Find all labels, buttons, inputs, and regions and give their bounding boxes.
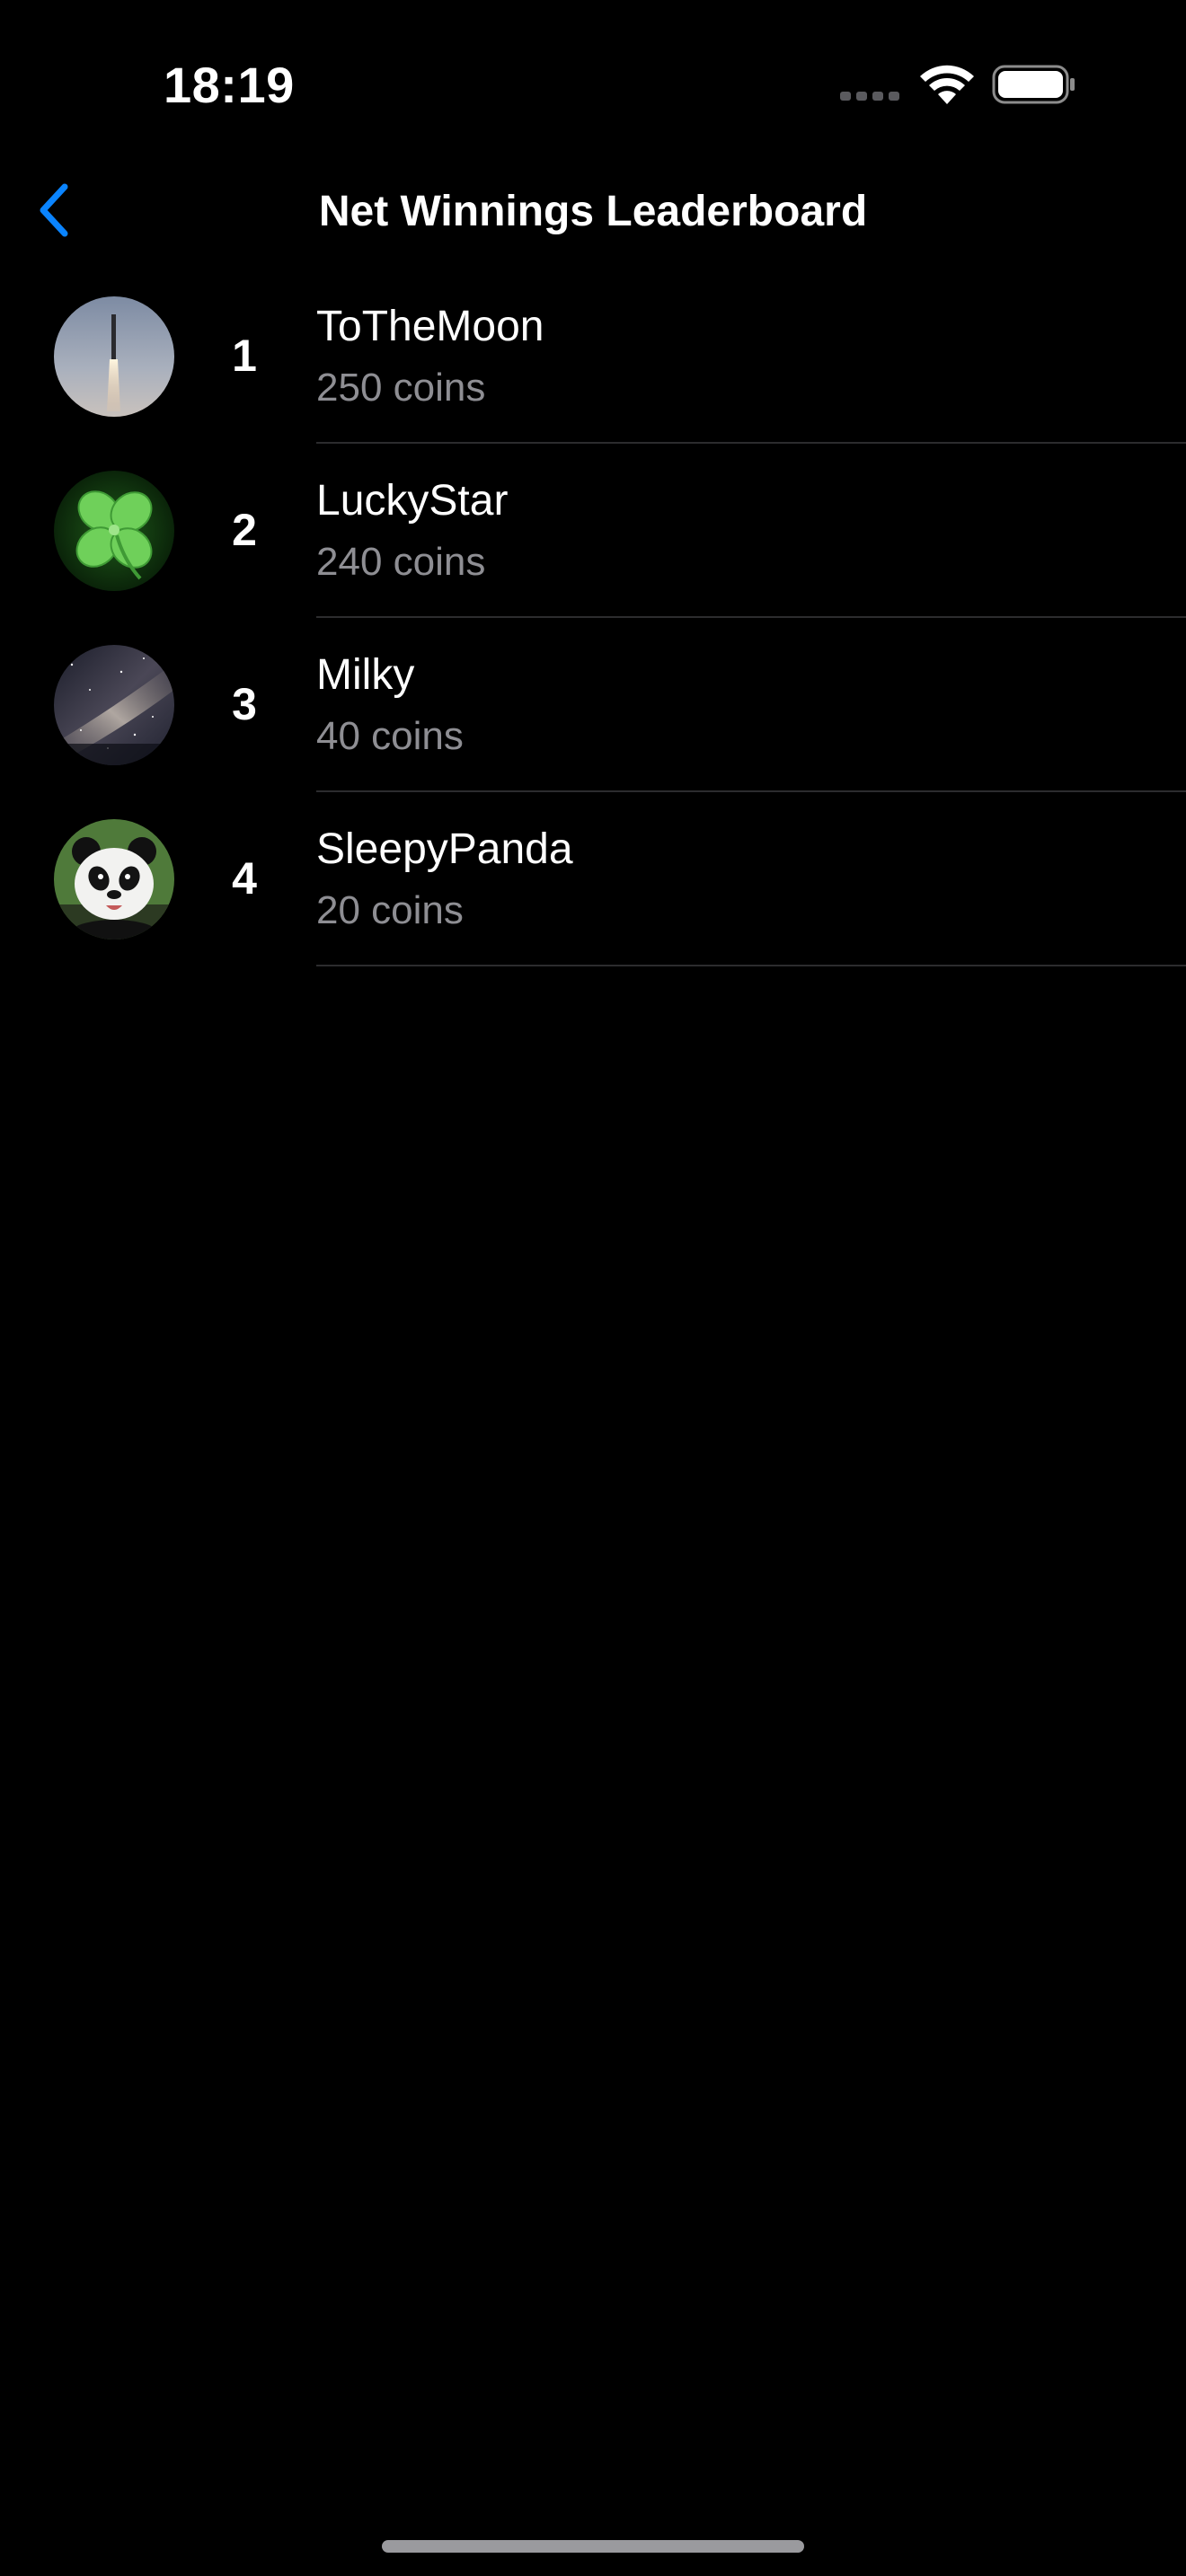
leaderboard-row[interactable]: 3 Milky 40 coins (0, 618, 1186, 792)
status-time: 18:19 (164, 57, 295, 113)
row-separator (316, 965, 1186, 966)
player-coins: 240 coins (316, 540, 486, 584)
leaderboard-row[interactable]: 1 ToTheMoon 250 coins (0, 269, 1186, 444)
leaderboard-row[interactable]: 4 SleepyPanda 20 coins (0, 792, 1186, 966)
wifi-icon (920, 65, 974, 104)
milky-way-avatar (54, 645, 174, 765)
player-coins: 40 coins (316, 714, 464, 758)
rank-number: 3 (232, 679, 257, 729)
rank-number: 1 (232, 331, 257, 381)
four-leaf-clover-avatar (54, 471, 174, 591)
leaderboard-row[interactable]: 2 LuckyStar 240 coins (0, 444, 1186, 618)
player-name: SleepyPanda (316, 825, 573, 873)
player-coins: 250 coins (316, 366, 486, 410)
player-coins: 20 coins (316, 888, 464, 932)
page-title: Net Winnings Leaderboard (318, 188, 868, 235)
cellular-signal-icon (840, 92, 899, 101)
panda-avatar (54, 819, 174, 940)
rocket-launch-avatar (54, 296, 174, 417)
player-name: ToTheMoon (316, 303, 544, 350)
rank-number: 2 (232, 505, 257, 555)
rank-number: 4 (232, 853, 257, 904)
battery-icon (992, 65, 1075, 104)
home-indicator[interactable] (382, 2540, 804, 2553)
status-bar: 18:19 (0, 0, 1186, 171)
leaderboard-list: 1 ToTheMoon 250 coins 2 LuckyStar 240 co… (0, 269, 1186, 966)
player-name: LuckyStar (316, 477, 509, 525)
player-name: Milky (316, 651, 415, 699)
